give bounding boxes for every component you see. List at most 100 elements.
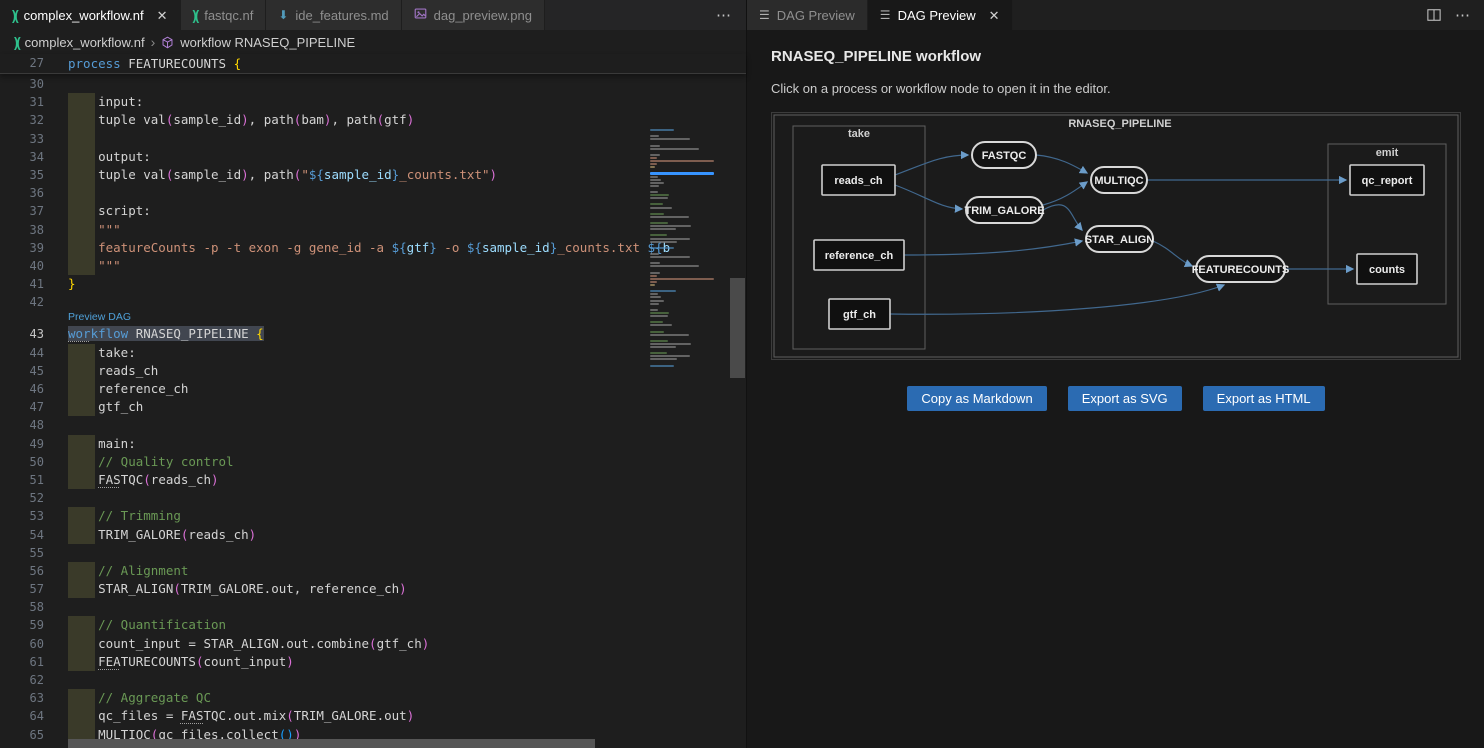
code-line-text: count_input = STAR_ALIGN.out.combine(gtf… [68, 635, 429, 653]
code-line-58[interactable]: 58 [0, 598, 648, 616]
close-tab-icon[interactable]: ✕ [157, 9, 168, 22]
code-line-63[interactable]: 63 // Aggregate QC [0, 689, 648, 707]
right-tab-bar: ☰DAG Preview☰DAG Preview✕ ⋯ [747, 0, 1484, 30]
nextflow-logo-icon: )( [14, 34, 19, 50]
left-tabbar-more-icon[interactable]: ⋯ [716, 0, 732, 30]
code-line-48[interactable]: 48 [0, 416, 648, 434]
code-line-50[interactable]: 50 // Quality control [0, 453, 648, 471]
code-line-56[interactable]: 56 // Alignment [0, 562, 648, 580]
code-token: gtf [384, 112, 407, 127]
minimap-line [650, 281, 657, 283]
minimap-line [650, 135, 659, 137]
code-line-31[interactable]: 31 input: [0, 93, 648, 111]
vertical-scrollbar[interactable] [730, 278, 745, 378]
minimap-line [650, 300, 664, 302]
code-line-37[interactable]: 37 script: [0, 202, 648, 220]
code-line-36[interactable]: 36 [0, 184, 648, 202]
line-number: 38 [0, 221, 44, 239]
code-token: ( [286, 708, 294, 723]
code-token: ) [211, 472, 219, 487]
code-token [68, 654, 98, 669]
minimap-line [650, 160, 714, 162]
dag-node-reference_ch[interactable]: reference_ch [814, 240, 904, 270]
dag-node-MULTIQC[interactable]: MULTIQC [1091, 167, 1147, 193]
code-line-42[interactable]: 42 [0, 293, 648, 311]
code-line-34[interactable]: 34 output: [0, 148, 648, 166]
dag-node-FEATURECOUNTS[interactable]: FEATURECOUNTS [1192, 256, 1290, 282]
minimap-line [650, 191, 658, 193]
code-line-59[interactable]: 59 // Quantification [0, 616, 648, 634]
code-line-text: take: [68, 344, 136, 362]
code-line-49[interactable]: 49 main: [0, 435, 648, 453]
symbol-workflow-icon [161, 36, 174, 49]
code-line-61[interactable]: 61 FEATURECOUNTS(count_input) [0, 653, 648, 671]
code-token: { [256, 326, 264, 341]
dag-node-FASTQC[interactable]: FASTQC [972, 142, 1036, 168]
tab-label: fastqc.nf [204, 8, 253, 23]
dag-node-counts[interactable]: counts [1357, 254, 1417, 284]
dag-node-reads_ch[interactable]: reads_ch [822, 165, 895, 195]
code-line-53[interactable]: 53 // Trimming [0, 507, 648, 525]
code-line-51[interactable]: 51 FASTQC(reads_ch) [0, 471, 648, 489]
minimap-line [650, 179, 661, 181]
code-line-41[interactable]: 41} [0, 275, 648, 293]
code-editor[interactable]: 3031 input:32 tuple val(sample_id), path… [0, 73, 746, 748]
code-line-35[interactable]: 35 tuple val(sample_id), path("${sample_… [0, 166, 648, 184]
code-line-64[interactable]: 64 qc_files = FASTQC.out.mix(TRIM_GALORE… [0, 707, 648, 725]
code-line-text: STAR_ALIGN(TRIM_GALORE.out, reference_ch… [68, 580, 407, 598]
code-line-45[interactable]: 45 reads_ch [0, 362, 648, 380]
code-line-43[interactable]: 43workflow RNASEQ_PIPELINE { [0, 325, 648, 343]
line-number: 27 [0, 54, 44, 73]
panel-tab-dag-preview[interactable]: ☰DAG Preview [747, 0, 868, 30]
code-token: ${ [467, 240, 482, 255]
line-number: 48 [0, 416, 44, 434]
dag-node-TRIM_GALORE[interactable]: TRIM_GALORE [964, 197, 1044, 223]
code-line-60[interactable]: 60 count_input = STAR_ALIGN.out.combine(… [0, 635, 648, 653]
code-token: sample_id [173, 167, 241, 182]
code-line-32[interactable]: 32 tuple val(sample_id), path(bam), path… [0, 111, 648, 129]
minimap-line [650, 324, 672, 326]
panel-tab-dag-preview[interactable]: ☰DAG Preview✕ [868, 0, 1013, 30]
copy-as-markdown-button[interactable]: Copy as Markdown [907, 386, 1046, 411]
code-token: " [301, 167, 309, 182]
tab-ide-features-md[interactable]: ⬇ide_features.md [266, 0, 401, 30]
code-line-52[interactable]: 52 [0, 489, 648, 507]
breadcrumb-file[interactable]: complex_workflow.nf [25, 35, 145, 50]
editor-group-right: ☰DAG Preview☰DAG Preview✕ ⋯ RNASEQ_PIPEL… [746, 0, 1484, 748]
code-line-57[interactable]: 57 STAR_ALIGN(TRIM_GALORE.out, reference… [0, 580, 648, 598]
tab-fastqc-nf[interactable]: )(fastqc.nf [181, 0, 267, 30]
code-line-text: // Quality control [68, 453, 234, 471]
dag-node-qc_report[interactable]: qc_report [1350, 165, 1424, 195]
dag-edge-reads_ch-to-FASTQC [895, 155, 968, 175]
dag-node-gtf_ch[interactable]: gtf_ch [829, 299, 890, 329]
code-line-44[interactable]: 44 take: [0, 344, 648, 362]
close-tab-icon[interactable]: ✕ [989, 9, 1000, 22]
code-line-text: // Alignment [68, 562, 188, 580]
code-line-33[interactable]: 33 [0, 130, 648, 148]
code-token: ) [241, 112, 249, 127]
code-line-55[interactable]: 55 [0, 544, 648, 562]
horizontal-scrollbar[interactable] [68, 739, 595, 748]
code-line-62[interactable]: 62 [0, 671, 648, 689]
line-number: 31 [0, 93, 44, 111]
tab-dag-preview-png[interactable]: dag_preview.png [402, 0, 545, 30]
export-as-svg-button[interactable]: Export as SVG [1068, 386, 1182, 411]
minimap-line [650, 247, 674, 249]
code-token: sample_id [324, 167, 392, 182]
code-line-46[interactable]: 46 reference_ch [0, 380, 648, 398]
codelens-preview-dag[interactable]: Preview DAG [0, 311, 648, 325]
minimap[interactable] [648, 129, 728, 748]
tab-complex-workflow-nf[interactable]: )(complex_workflow.nf✕ [0, 0, 181, 30]
code-line-54[interactable]: 54 TRIM_GALORE(reads_ch) [0, 526, 648, 544]
code-line-39[interactable]: 39 featureCounts -p -t exon -g gene_id -… [0, 239, 648, 257]
code-line-40[interactable]: 40 """ [0, 257, 648, 275]
split-editor-icon[interactable] [1427, 8, 1441, 22]
code-line-38[interactable]: 38 """ [0, 221, 648, 239]
code-line-47[interactable]: 47 gtf_ch [0, 398, 648, 416]
code-line-30[interactable]: 30 [0, 75, 648, 93]
breadcrumb-symbol[interactable]: workflow RNASEQ_PIPELINE [180, 35, 355, 50]
sticky-scroll-line[interactable]: 27process FEATURECOUNTS { [0, 54, 746, 74]
dag-node-STAR_ALIGN[interactable]: STAR_ALIGN [1085, 226, 1155, 252]
right-tabbar-more-icon[interactable]: ⋯ [1455, 6, 1471, 24]
export-as-html-button[interactable]: Export as HTML [1203, 386, 1325, 411]
